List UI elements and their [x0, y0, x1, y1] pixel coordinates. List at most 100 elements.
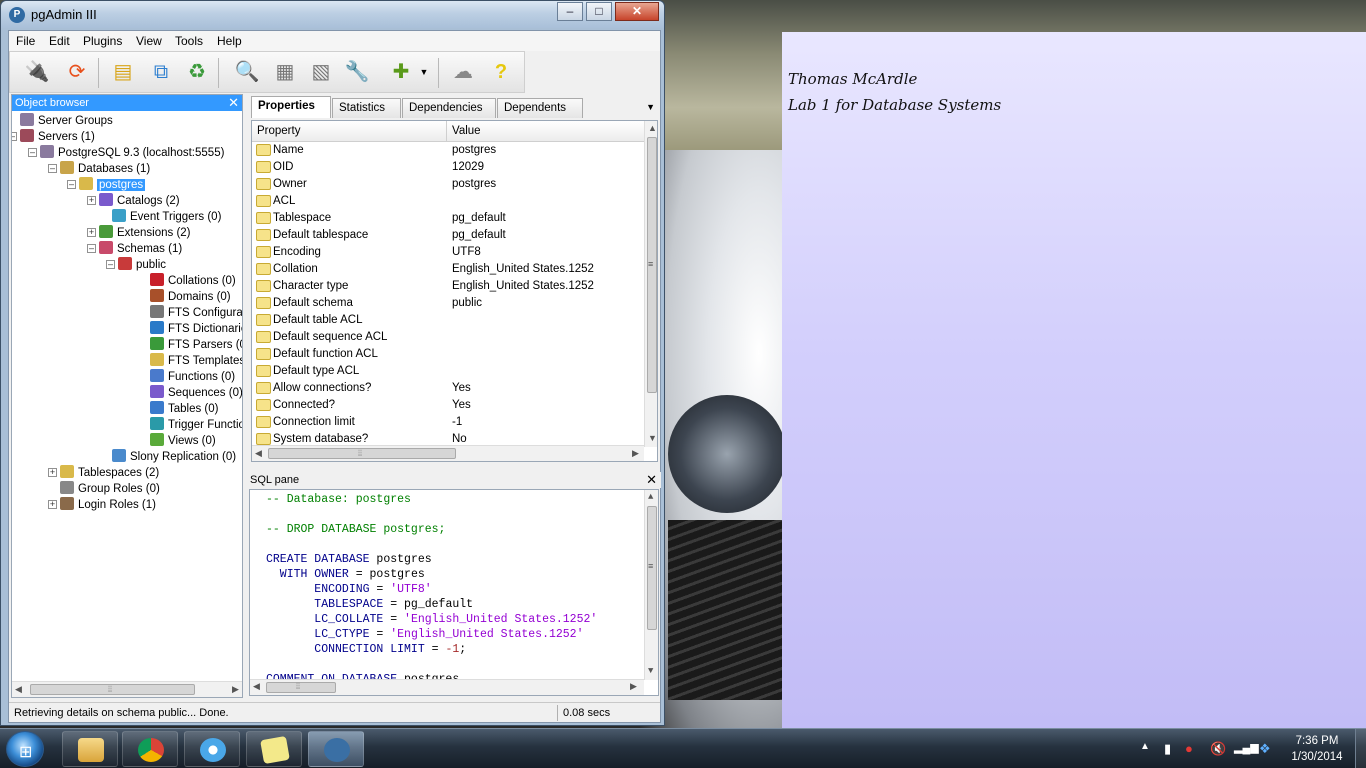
network-signal-icon[interactable]: ▂▄▆ [1234, 741, 1259, 754]
tree-expander-icon[interactable]: + [87, 228, 96, 237]
column-property[interactable]: Property [257, 125, 300, 137]
property-row[interactable]: OID 12029 [252, 159, 644, 176]
tree-node[interactable]: Sequences (0) [150, 385, 242, 401]
tree-node[interactable]: + Catalogs (2) [87, 193, 180, 209]
battery-icon[interactable]: ▮ [1164, 741, 1171, 757]
menu-view[interactable]: View [136, 34, 162, 48]
tree-node[interactable]: Slony Replication (0) [112, 449, 236, 465]
property-row[interactable]: Character type English_United States.1252 [252, 278, 644, 295]
volume-muted-icon[interactable]: 🔇 [1210, 741, 1226, 757]
tree-expander-icon[interactable]: – [67, 180, 76, 189]
tree-expander-icon[interactable]: – [106, 260, 115, 269]
tree-expander-icon[interactable]: + [48, 500, 57, 509]
title-bar[interactable]: P pgAdmin III – □ ✕ [1, 1, 664, 28]
create-object-icon[interactable]: ⧉ [146, 57, 176, 87]
property-row[interactable]: Default function ACL [252, 346, 644, 363]
sql-hscrollbar[interactable]: ◀ ⦙⦙ ▶ [250, 679, 644, 695]
tree-node[interactable]: – Schemas (1) [87, 241, 182, 257]
connect-plug-icon[interactable]: 🔌 [22, 57, 52, 87]
properties-hscrollbar[interactable]: ◀ ⦙⦙ ▶ [252, 445, 644, 461]
tree-node[interactable]: + Login Roles (1) [48, 497, 156, 513]
tree-node[interactable]: + Extensions (2) [87, 225, 191, 241]
property-row[interactable]: Collation English_United States.1252 [252, 261, 644, 278]
minimize-button[interactable]: – [557, 2, 583, 21]
taskbar-itunes[interactable] [184, 731, 240, 767]
help-question-icon[interactable]: ? [486, 57, 516, 87]
tree-expander-icon[interactable]: – [28, 148, 37, 157]
tab-dependencies[interactable]: Dependencies [402, 98, 496, 118]
tree-node[interactable]: Domains (0) [150, 289, 231, 305]
start-button[interactable]: ⊞ [6, 731, 44, 767]
tree-node[interactable]: Tables (0) [150, 401, 219, 417]
taskbar-pgadmin[interactable] [308, 731, 364, 767]
sql-pane-editor[interactable]: -- Database: postgres -- DROP DATABASE po… [249, 489, 659, 696]
show-hidden-icons-icon[interactable]: ▲ [1140, 741, 1150, 752]
tree-node[interactable]: – public [106, 257, 166, 273]
tree-expander-icon[interactable]: – [48, 164, 57, 173]
properties-vscrollbar[interactable]: ▲ ≡ ▼ [644, 121, 657, 447]
property-row[interactable]: Owner postgres [252, 176, 644, 193]
tab-menu-icon[interactable]: ▼ [646, 102, 655, 112]
tree-node[interactable]: Event Triggers (0) [112, 209, 221, 225]
tree-expander-icon[interactable]: + [87, 196, 96, 205]
show-desktop-button[interactable] [1355, 729, 1366, 768]
tree-node[interactable]: – Databases (1) [48, 161, 150, 177]
dropbox-icon[interactable]: ❖ [1259, 741, 1271, 757]
view-filtered-data-icon[interactable]: ▧ [306, 57, 336, 87]
menu-plugins[interactable]: Plugins [83, 34, 122, 48]
taskbar-chrome[interactable] [122, 731, 178, 767]
property-row[interactable]: Allow connections? Yes [252, 380, 644, 397]
tree-node[interactable]: + Tablespaces (2) [48, 465, 159, 481]
property-row[interactable]: Encoding UTF8 [252, 244, 644, 261]
taskbar-sticky-notes[interactable] [246, 731, 302, 767]
sticky-note[interactable]: Thomas McArdle Lab 1 for Database System… [782, 32, 1366, 728]
close-icon[interactable]: ✕ [228, 95, 239, 111]
tree-node[interactable]: Trigger Functio [150, 417, 242, 433]
menu-help[interactable]: Help [217, 34, 242, 48]
scroll-thumb[interactable] [266, 682, 336, 693]
menu-file[interactable]: File [16, 34, 35, 48]
tree-node[interactable]: Views (0) [150, 433, 216, 449]
tree-node[interactable]: Server Groups [20, 113, 113, 129]
clock[interactable]: 7:36 PM 1/30/2014 [1286, 733, 1348, 765]
tree-node[interactable]: FTS Dictionaries [150, 321, 242, 337]
tree-expander-icon[interactable]: – [12, 132, 17, 141]
tree-node[interactable]: – postgres [67, 177, 146, 193]
tree-expander-icon[interactable]: + [48, 468, 57, 477]
property-row[interactable]: Connection limit -1 [252, 414, 644, 431]
sql-query-icon[interactable]: 🔍 [232, 57, 262, 87]
tree-expander-icon[interactable]: – [87, 244, 96, 253]
property-row[interactable]: Default tablespace pg_default [252, 227, 644, 244]
plugins-dropdown-icon[interactable]: ▼ [418, 57, 430, 87]
column-value[interactable]: Value [452, 125, 481, 137]
sql-vscrollbar[interactable]: ▲ ≡ ▼ [644, 490, 658, 680]
property-row[interactable]: ACL [252, 193, 644, 210]
property-row[interactable]: Default type ACL [252, 363, 644, 380]
scroll-thumb[interactable] [30, 684, 195, 695]
maintenance-wrench-icon[interactable]: 🔧 [342, 57, 372, 87]
delete-trash-icon[interactable]: ♻ [182, 57, 212, 87]
tree-node[interactable]: Collations (0) [150, 273, 236, 289]
tree-node[interactable]: Group Roles (0) [60, 481, 160, 497]
tree-node[interactable]: Functions (0) [150, 369, 235, 385]
tab-statistics[interactable]: Statistics [332, 98, 401, 118]
close-icon[interactable]: ✕ [646, 472, 657, 488]
maximize-button[interactable]: □ [586, 2, 612, 21]
tree-node[interactable]: FTS Configurati [150, 305, 242, 321]
property-row[interactable]: Default sequence ACL [252, 329, 644, 346]
tree-node[interactable]: – PostgreSQL 9.3 (localhost:5555) [28, 145, 224, 161]
taskbar-explorer[interactable] [62, 731, 118, 767]
property-row[interactable]: Default schema public [252, 295, 644, 312]
tab-properties[interactable]: Properties [251, 96, 331, 118]
tree-node[interactable]: – Servers (1) [12, 129, 95, 145]
refresh-icon[interactable]: ⟳ [62, 57, 92, 87]
tree-node[interactable]: FTS Templates [150, 353, 242, 369]
beats-audio-icon[interactable]: ● [1185, 741, 1193, 756]
tab-dependents[interactable]: Dependents [497, 98, 583, 118]
view-data-icon[interactable]: ▦ [270, 57, 300, 87]
plugins-puzzle-icon[interactable]: ✚ [386, 57, 416, 87]
property-row[interactable]: Tablespace pg_default [252, 210, 644, 227]
menu-tools[interactable]: Tools [175, 34, 203, 48]
menu-edit[interactable]: Edit [49, 34, 70, 48]
object-browser-hscrollbar[interactable]: ◀ ⦙⦙ ▶ [12, 681, 242, 697]
